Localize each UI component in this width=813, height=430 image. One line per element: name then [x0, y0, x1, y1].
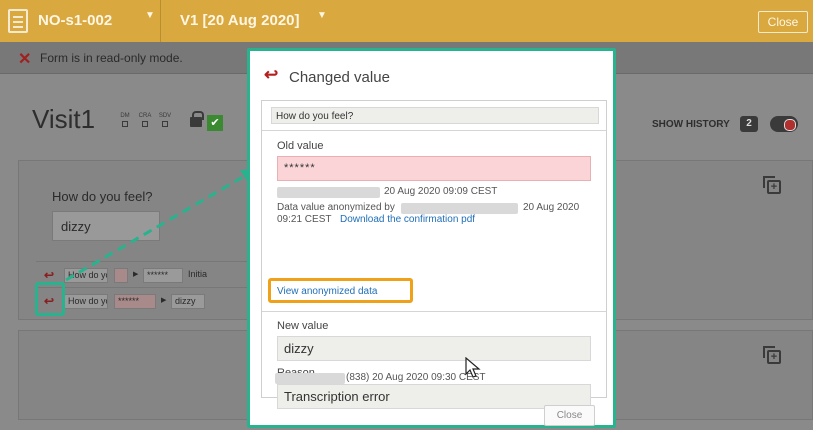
blurred-user — [277, 187, 380, 198]
download-confirmation-link[interactable]: Download the confirmation pdf — [340, 214, 475, 225]
new-value-label: New value — [277, 320, 329, 332]
dialog-close-button[interactable]: Close — [544, 405, 595, 426]
undo-icon: ↩ — [264, 65, 279, 84]
divider — [262, 130, 606, 131]
old-value-label: Old value — [277, 140, 324, 152]
blurred-user — [401, 203, 518, 214]
dialog-title: Changed value — [289, 69, 390, 86]
dialog-body: How do you feel? Old value ****** 20 Aug… — [261, 100, 607, 409]
old-value-field: ****** — [277, 156, 591, 181]
divider — [262, 311, 606, 312]
blurred-user — [275, 373, 345, 384]
view-anonymized-data-link[interactable]: View anonymized data — [268, 278, 413, 303]
anonymized-by-label: Data value anonymized by — [277, 202, 395, 213]
old-value-date: 20 Aug 2020 09:09 CEST — [384, 186, 498, 197]
changed-value-dialog: ↩ Changed value How do you feel? Old val… — [247, 48, 616, 428]
anonymized-time: 09:21 CEST — [277, 214, 332, 225]
mouse-cursor-icon — [465, 357, 481, 378]
dialog-question: How do you feel? — [271, 107, 599, 124]
new-value-field: dizzy — [277, 336, 591, 361]
anonymized-date: 20 Aug 2020 — [523, 202, 580, 213]
